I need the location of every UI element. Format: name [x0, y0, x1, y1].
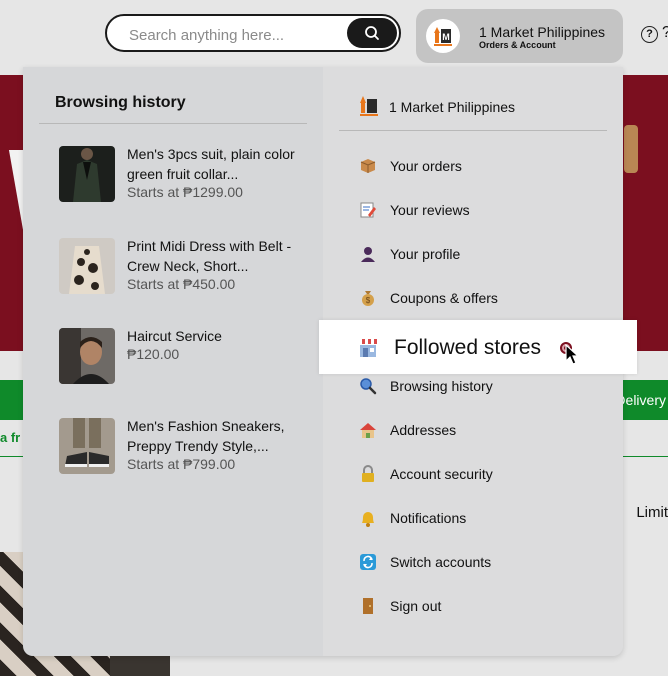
menu-item-label: Your reviews [390, 202, 470, 218]
history-item-price: Starts at ₱450.00 [127, 276, 236, 292]
account-subtitle: Orders & Account [479, 40, 556, 50]
magnifier-icon [360, 378, 377, 395]
account-button[interactable]: M 1 Market Philippines Orders & Account [416, 9, 623, 63]
free-shipping-text: a fr [0, 430, 21, 445]
search-icon [365, 26, 379, 40]
menu-item-label: Account security [390, 466, 493, 482]
menu-item-followed-stores[interactable]: Followed stores [319, 320, 637, 374]
product-thumbnail [59, 238, 115, 294]
menu-item-label: Browsing history [390, 378, 493, 394]
partial-icon: ? [662, 24, 668, 42]
history-item-title: Haircut Service [127, 328, 222, 344]
history-item[interactable]: Men's 3pcs suit, plain color green fruit… [59, 146, 309, 202]
menu-item-coupons[interactable]: $ Coupons & offers [359, 287, 599, 309]
menu-item-profile[interactable]: Your profile [359, 243, 599, 265]
menu-item-browsing-history[interactable]: Browsing history [359, 375, 599, 397]
review-icon [360, 202, 376, 218]
history-item-title: Men's 3pcs suit, plain color green fruit… [127, 146, 295, 182]
history-item[interactable]: Print Midi Dress with Belt - Crew Neck, … [59, 238, 309, 294]
history-item-price: Starts at ₱1299.00 [127, 184, 243, 200]
search-button[interactable] [347, 18, 397, 48]
menu-item-sign-out[interactable]: Sign out [359, 595, 599, 617]
browsing-history-column: Browsing history Men's 3pcs suit, plain … [23, 67, 323, 656]
lock-icon [362, 465, 374, 482]
product-thumbnail [59, 418, 115, 474]
svg-text:$: $ [366, 296, 371, 305]
delivery-text: Delivery [615, 392, 666, 408]
menu-item-label: Switch accounts [390, 554, 492, 570]
history-item-price: ₱120.00 [127, 346, 180, 362]
history-item-title: Men's Fashion Sneakers, Preppy Trendy St… [127, 418, 285, 454]
menu-item-notifications[interactable]: Notifications [359, 507, 599, 529]
menu-item-label: Sign out [390, 598, 442, 614]
limit-text: Limit [636, 504, 668, 521]
product-thumbnail [59, 328, 115, 384]
menu-item-switch-accounts[interactable]: Switch accounts [359, 551, 599, 573]
menu-item-label: Followed stores [394, 336, 542, 359]
menu-item-label: Coupons & offers [390, 290, 498, 306]
store-icon [359, 339, 377, 357]
menu-item-label: Addresses [390, 422, 457, 438]
store-logo-icon [360, 96, 378, 116]
search-input[interactable] [127, 24, 351, 46]
mouse-pointer-icon [565, 344, 580, 365]
door-icon [363, 598, 373, 614]
browsing-history-title: Browsing history [55, 94, 186, 111]
menu-item-orders[interactable]: Your orders [359, 155, 599, 177]
menu-item-addresses[interactable]: Addresses [359, 419, 599, 441]
divider [339, 130, 607, 131]
menu-item-account-security[interactable]: Account security [359, 463, 599, 485]
store-name: 1 Market Philippines [389, 99, 516, 115]
product-thumbnail [59, 146, 115, 202]
package-icon [360, 159, 376, 173]
bell-icon [362, 512, 374, 527]
user-icon [361, 247, 375, 262]
menu-item-reviews[interactable]: Your reviews [359, 199, 599, 221]
help-icon[interactable]: ? [641, 26, 658, 43]
history-item-price: Starts at ₱799.00 [127, 456, 236, 472]
menu-item-label: Your profile [390, 246, 461, 262]
history-item-title: Print Midi Dress with Belt - Crew Neck, … [127, 238, 292, 274]
account-name: 1 Market Philippines [479, 24, 606, 40]
store-logo-icon: M [426, 19, 460, 53]
history-item[interactable]: Men's Fashion Sneakers, Preppy Trendy St… [59, 418, 309, 474]
menu-item-label: Notifications [390, 510, 467, 526]
divider [39, 123, 307, 124]
search-bar [105, 14, 401, 52]
lantern-graphic [624, 125, 638, 173]
menu-item-label: Your orders [390, 158, 462, 174]
house-icon [360, 423, 376, 438]
history-item[interactable]: Haircut Service ₱120.00 [59, 328, 309, 384]
svg-text:M: M [442, 32, 450, 42]
money-bag-icon: $ [362, 291, 374, 306]
switch-icon [360, 554, 376, 570]
